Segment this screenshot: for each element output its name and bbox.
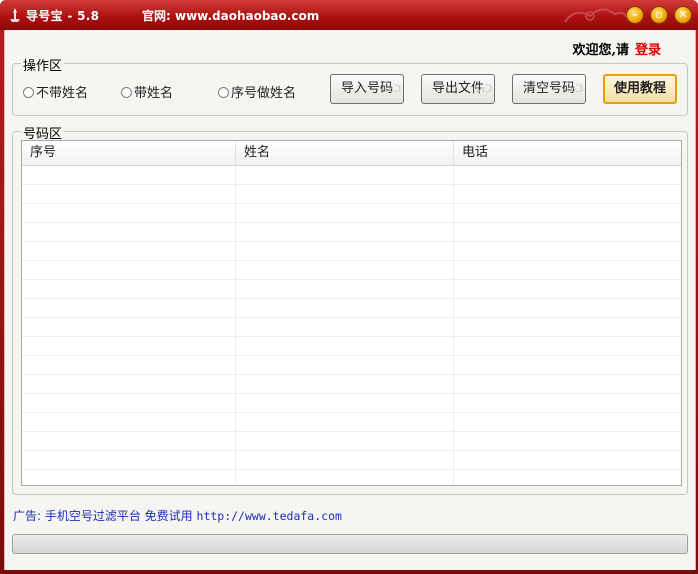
table-row[interactable] xyxy=(22,185,681,204)
export-file-button[interactable]: 导出文件 ᔕᑐ xyxy=(421,74,495,104)
column-header-name[interactable]: 姓名 xyxy=(236,141,454,165)
cloud-decoration-icon xyxy=(564,8,629,23)
table-row[interactable] xyxy=(22,299,681,318)
operation-group: 操作区 不带姓名 带姓名 序号做姓名 导入号码 ᔕᑐ 导出文件 ᔕᑐ 清空号码 … xyxy=(12,55,688,116)
advertisement[interactable]: 广告: 手机空号过滤平台 免费试用 http://www.tedafa.com xyxy=(13,507,342,524)
radio-label: 序号做姓名 xyxy=(231,86,297,101)
table-row[interactable] xyxy=(22,337,681,356)
cloud-watermark-icon: ᔕᑐ xyxy=(566,84,583,95)
minimize-button[interactable]: – xyxy=(626,6,644,24)
tutorial-button[interactable]: 使用教程 xyxy=(603,74,677,104)
close-button[interactable]: ✕ xyxy=(674,6,692,24)
table-row[interactable] xyxy=(22,432,681,451)
table-row[interactable] xyxy=(22,242,681,261)
table-row[interactable] xyxy=(22,204,681,223)
radio-with-name[interactable]: 带姓名 xyxy=(121,82,173,101)
clear-numbers-button[interactable]: 清空号码 ᔕᑐ xyxy=(512,74,586,104)
welcome-text: 欢迎您,请 xyxy=(572,43,629,58)
radio-label: 带姓名 xyxy=(134,86,174,101)
table-body xyxy=(22,166,681,485)
radio-index-as-name[interactable]: 序号做姓名 xyxy=(218,82,296,101)
table-row[interactable] xyxy=(22,413,681,432)
table-row[interactable] xyxy=(22,261,681,280)
table-header: 序号 姓名 电话 xyxy=(22,141,681,166)
table-row[interactable] xyxy=(22,223,681,242)
app-window: 导号宝 - 5.8 官网: www.daohaobao.com – ▫ ✕ 欢迎… xyxy=(0,0,698,574)
ad-text: 广告: 手机空号过滤平台 免费试用 xyxy=(13,509,193,523)
progress-bar xyxy=(12,534,688,554)
radio-no-name[interactable]: 不带姓名 xyxy=(23,82,88,101)
import-numbers-button[interactable]: 导入号码 ᔕᑐ xyxy=(330,74,404,104)
column-header-index[interactable]: 序号 xyxy=(22,141,236,165)
table-row[interactable] xyxy=(22,166,681,185)
title-bar[interactable]: 导号宝 - 5.8 官网: www.daohaobao.com – ▫ ✕ xyxy=(0,0,698,30)
client-area: 欢迎您,请 登录 操作区 不带姓名 带姓名 序号做姓名 导入号码 ᔕᑐ 导出文件 … xyxy=(4,30,696,570)
radio-circle-icon xyxy=(23,87,34,98)
window-title: 导号宝 - 5.8 xyxy=(26,9,100,23)
app-logo-icon xyxy=(10,8,20,22)
table-row[interactable] xyxy=(22,375,681,394)
tutorial-label: 使用教程 xyxy=(613,81,666,96)
table-row[interactable] xyxy=(22,394,681,413)
table-row[interactable] xyxy=(22,470,681,485)
maximize-button[interactable]: ▫ xyxy=(650,6,668,24)
table-row[interactable] xyxy=(22,280,681,299)
table-row[interactable] xyxy=(22,318,681,337)
column-header-phone[interactable]: 电话 xyxy=(454,141,681,165)
table-row[interactable] xyxy=(22,451,681,470)
radio-label: 不带姓名 xyxy=(36,86,89,101)
table-row[interactable] xyxy=(22,356,681,375)
login-link[interactable]: 登录 xyxy=(635,43,661,58)
numbers-table[interactable]: 序号 姓名 电话 xyxy=(21,140,682,486)
operation-group-label: 操作区 xyxy=(21,55,65,74)
welcome-area: 欢迎您,请 登录 xyxy=(572,39,661,58)
radio-circle-icon xyxy=(218,87,229,98)
website-label: 官网: www.daohaobao.com xyxy=(142,9,320,23)
radio-circle-icon xyxy=(121,87,132,98)
cloud-watermark-icon: ᔕᑐ xyxy=(384,84,401,95)
ad-url-link[interactable]: http://www.tedafa.com xyxy=(197,509,342,523)
cloud-watermark-icon: ᔕᑐ xyxy=(475,84,492,95)
